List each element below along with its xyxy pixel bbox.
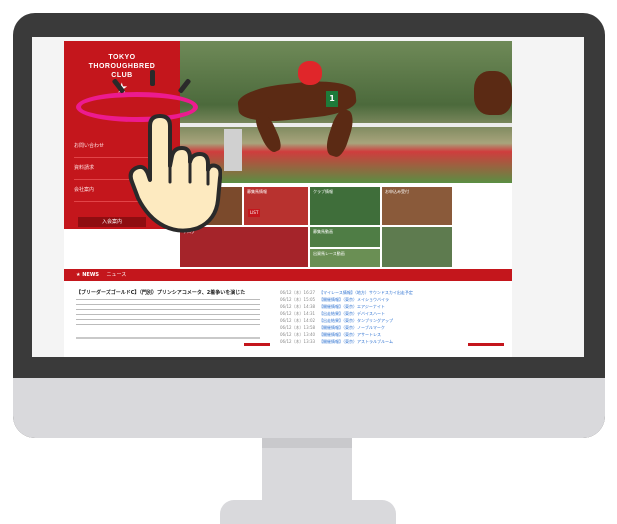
jockey: [298, 61, 322, 85]
news-date: 06/12（木）13:58: [280, 325, 316, 330]
tile-race-video[interactable]: 出資馬レース動画: [310, 249, 380, 267]
news-label: ニュース: [106, 272, 127, 278]
tile-apply[interactable]: お申込み受付: [382, 187, 452, 225]
news-date: 06/12（木）14:02: [280, 318, 316, 323]
news-more-link[interactable]: [244, 343, 270, 346]
news-title: 【開催情報】（東京）ノーブルマーク: [319, 325, 385, 330]
hero-banner[interactable]: 1: [180, 41, 512, 183]
logo-line-1: TOKYO: [108, 54, 136, 61]
monitor-chin: [13, 378, 605, 438]
news-list-more-link[interactable]: [468, 343, 504, 346]
monitor-stand-shadow: [262, 438, 352, 448]
feature-tiles: 募集馬情報LIST クラブ情報 お申込み受付 ブログ 募集馬動画 出資馬レース動…: [180, 187, 512, 267]
horse-second: [474, 71, 512, 115]
news-title: 【開催情報】（東京）メイショウバイラ: [319, 297, 390, 302]
list-item[interactable]: 06/12（木）13:58 【開催情報】（東京）ノーブルマーク: [280, 324, 502, 331]
news-date: 06/12（木）13:40: [280, 332, 316, 337]
news-date: 06/12（木）15:05: [280, 297, 316, 302]
tap-hand-icon: [128, 114, 222, 233]
list-item[interactable]: 06/12（木）16:27 【マイレース情報】（地方）サウンドスカイ出走予定: [280, 289, 502, 296]
news-date: 06/12（木）13:33: [280, 339, 316, 344]
news-title: 【出走結果】（東京）デバイスハート: [319, 311, 385, 316]
tile-club-label: クラブ情報: [313, 189, 333, 194]
list-item[interactable]: 06/12（木）14:31 【出走結果】（東京）デバイスハート: [280, 310, 502, 317]
news-title: 【出走結果】（東京）タンブリングアップ: [319, 318, 393, 323]
monitor-stand-base: [220, 500, 396, 524]
news-list: 06/12（木）16:27 【マイレース情報】（地方）サウンドスカイ出走予定 06…: [280, 289, 502, 345]
tile-race-video-label: 出資馬レース動画: [313, 251, 345, 256]
tile-video[interactable]: 募集馬動画: [310, 227, 380, 247]
tile-photo-2[interactable]: [382, 227, 452, 267]
news-header: ★ NEWS ニュース: [64, 269, 512, 281]
list-item[interactable]: 06/12（木）13:40 【開催情報】（東京）アサートレス: [280, 331, 502, 338]
news-title: 【開催情報】（東京）アサートレス: [319, 332, 382, 337]
tile-apply-label: お申込み受付: [385, 189, 409, 194]
hero-post: [224, 129, 242, 171]
news-date: 06/12（木）16:27: [280, 290, 316, 295]
news-article-body: [76, 299, 260, 329]
tile-list-label: LIST: [248, 209, 261, 217]
list-item[interactable]: 06/12（木）14:02 【出走結果】（東京）タンブリングアップ: [280, 317, 502, 324]
list-item[interactable]: 06/12（木）14:38 【開催情報】（東京）エアジーナイト: [280, 303, 502, 310]
saddle-number: 1: [326, 91, 338, 107]
news-date: 06/12（木）14:31: [280, 311, 316, 316]
news-headline[interactable]: 【ブリーダーズゴールドC】（門別）プリンシアコメータ、2着争いを演じた: [76, 289, 256, 296]
tap-mark-center: [150, 70, 155, 86]
news-article-footer: [76, 337, 260, 339]
news-title: 【開催情報】（東京）アストラルブルーム: [319, 339, 393, 344]
news-title: 【マイレース情報】（地方）サウンドスカイ出走予定: [319, 290, 413, 295]
news-section: ★ NEWS ニュース 【ブリーダーズゴールドC】（門別）プリンシアコメータ、2…: [64, 269, 512, 357]
list-item[interactable]: 06/12（木）15:05 【開催情報】（東京）メイショウバイラ: [280, 296, 502, 303]
news-title: 【開催情報】（東京）エアジーナイト: [319, 304, 385, 309]
tile-recruit[interactable]: 募集馬情報 LIST: [244, 187, 308, 225]
news-date: 06/12（木）14:38: [280, 304, 316, 309]
news-badge: ★ NEWS: [76, 272, 99, 278]
tile-recruit-label: 募集馬情報: [247, 189, 267, 194]
tile-video-label: 募集馬動画: [313, 229, 333, 234]
tile-club[interactable]: クラブ情報: [310, 187, 380, 225]
